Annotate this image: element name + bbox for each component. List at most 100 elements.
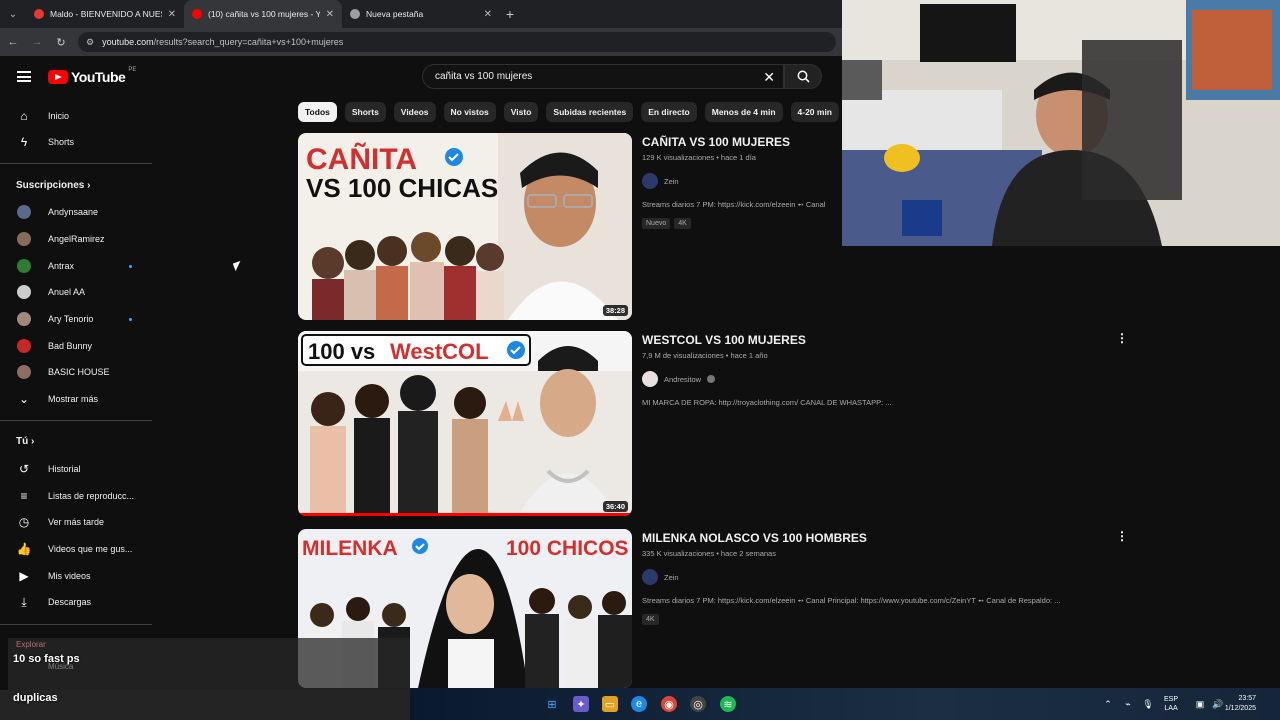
sidebar-item-liked[interactable]: 👍 Videos que me gus...	[0, 536, 152, 562]
language-indicator[interactable]: ESP LAA	[1164, 688, 1178, 720]
sidebar-item-label: Videos que me gus...	[48, 544, 133, 554]
sidebar-item-label: Ver más tarde	[48, 517, 105, 527]
video-result[interactable]: 100 vs WestCOL 36:40 WESTCOL VS 100 MUJE…	[298, 331, 1138, 517]
sidebar-item-subscription[interactable]: Antrax	[0, 253, 152, 279]
sidebar: ⌂ Inicio ϟ Shorts Suscripciones › Andyns…	[0, 98, 155, 658]
badge-new: Nuevo	[642, 218, 671, 229]
sidebar-item-label: AngelRamirez	[48, 234, 105, 244]
channel-name: Zein	[664, 176, 679, 186]
sidebar-item-my-videos[interactable]: ▶ Mis videos	[0, 563, 152, 589]
network-icon[interactable]: ⌁	[1120, 696, 1136, 712]
sidebar-item-subscription[interactable]: Anuel AA	[0, 279, 152, 305]
volume-icon[interactable]: 🔊	[1210, 696, 1226, 712]
chip-en-directo[interactable]: En directo	[641, 102, 697, 122]
tab-title: Maldo - BIENVENIDO A NUESTRO	[50, 9, 162, 19]
verified-icon	[707, 375, 716, 383]
video-thumbnail[interactable]: 100 vs WestCOL 36:40	[298, 331, 632, 516]
show-more-button[interactable]: ⌄ Mostrar más	[0, 386, 152, 412]
chat-ghost-text: Explorar	[16, 640, 46, 649]
taskbar-clock[interactable]: 23:57 1/12/2025	[1225, 694, 1256, 714]
spotify-icon[interactable]: ≋	[720, 696, 736, 712]
sidebar-item-playlists[interactable]: ≡ Listas de reproducc...	[0, 483, 152, 509]
video-meta: 7,9 M de visualizaciones • hace 1 año	[642, 351, 768, 360]
youtube-header: YouTube PE cañita vs 100 mujeres ✕	[0, 56, 842, 98]
sidebar-item-inicio[interactable]: ⌂ Inicio	[0, 103, 152, 129]
menu-hamburger-icon[interactable]	[17, 71, 31, 82]
sidebar-item-watch-later[interactable]: ◷ Ver más tarde	[0, 509, 152, 535]
chrome-icon[interactable]: ◉	[661, 696, 677, 712]
sidebar-item-subscription[interactable]: AngelRamirez	[0, 226, 152, 252]
close-icon[interactable]: ✕	[168, 9, 176, 20]
browser-toolbar: ← → ↻ ⚙ youtube.com/results?search_query…	[0, 28, 842, 56]
channel-avatar	[642, 173, 658, 189]
search-input[interactable]: cañita vs 100 mujeres ✕	[422, 64, 784, 89]
chrome-favicon-icon	[350, 9, 360, 19]
chip-shorts[interactable]: Shorts	[344, 102, 386, 122]
windows-start-icon[interactable]: ⊞	[544, 696, 560, 712]
chip-menos-4-min[interactable]: Menos de 4 min	[704, 102, 783, 122]
youtube-logo[interactable]: YouTube PE	[48, 67, 136, 85]
chip-videos[interactable]: Videos	[393, 102, 436, 122]
thumbnail-image: 100 vs WestCOL	[298, 331, 632, 516]
search-button[interactable]	[784, 64, 822, 89]
new-tab-plus-icon[interactable]: +	[500, 6, 520, 22]
back-arrow-icon[interactable]: ←	[6, 36, 20, 48]
chat-ghost-text: Música	[48, 662, 74, 671]
watch-progress-bar	[298, 513, 632, 516]
sidebar-item-subscription[interactable]: Ary Tenorio	[0, 306, 152, 332]
browser-tab-2[interactable]: Nueva pestaña ✕	[342, 0, 500, 28]
video-info: MILENKA NOLASCO VS 100 HOMBRES 335 K vis…	[642, 529, 1122, 625]
thumbnail-text: 100 vs	[308, 339, 375, 364]
shorts-icon: ϟ	[20, 135, 28, 149]
forward-arrow-icon[interactable]: →	[30, 36, 44, 48]
sidebar-item-historial[interactable]: ↺ Historial	[0, 456, 152, 482]
browser-tab-0[interactable]: Maldo - BIENVENIDO A NUESTRO ✕	[26, 0, 184, 28]
close-icon[interactable]: ✕	[326, 9, 334, 20]
video-title[interactable]: MILENKA NOLASCO VS 100 HOMBRES	[642, 531, 1122, 545]
sidebar-item-subscription[interactable]: Andynsaane	[0, 199, 152, 225]
watch-later-icon: ◷	[18, 515, 30, 529]
reload-icon[interactable]: ↻	[54, 36, 68, 49]
channel-link[interactable]: Andresitow	[642, 371, 1122, 387]
file-explorer-icon[interactable]: ▭	[602, 696, 618, 712]
sidebar-item-subscription[interactable]: BASIC HOUSE	[0, 359, 152, 385]
address-bar[interactable]: ⚙ youtube.com/results?search_query=cañit…	[78, 32, 836, 52]
chevron-up-icon[interactable]: ⌃	[1100, 696, 1116, 712]
channel-link[interactable]: Zein	[642, 569, 1122, 585]
copilot-icon[interactable]: ✦	[573, 696, 589, 712]
channel-avatar	[17, 365, 31, 379]
chip-subidas-recientes[interactable]: Subidas recientes	[546, 102, 634, 122]
sidebar-item-downloads[interactable]: ⤓ Descargas	[0, 589, 152, 615]
more-actions-icon[interactable]: ⋮	[1116, 331, 1128, 345]
sidebar-item-shorts[interactable]: ϟ Shorts	[0, 129, 152, 155]
video-result[interactable]: MILENKA 100 CHICOS MILENKA NOLASCO VS 10…	[298, 529, 1138, 688]
obs-icon[interactable]: ◎	[690, 696, 706, 712]
close-icon[interactable]: ✕	[484, 9, 492, 20]
browser-tab-1[interactable]: (10) cañita vs 100 mujeres - YouTube ✕	[184, 0, 342, 28]
video-thumbnail[interactable]: CAÑITA VS 100 CHICAS 38:28	[298, 133, 632, 320]
edge-icon[interactable]: e	[631, 696, 647, 712]
site-info-icon[interactable]: ⚙	[86, 37, 94, 48]
sidebar-item-subscription[interactable]: Bad Bunny	[0, 333, 152, 359]
chip-visto[interactable]: Visto	[503, 102, 539, 122]
channel-avatar	[17, 339, 31, 353]
screen: ⌄ Maldo - BIENVENIDO A NUESTRO ✕ (10) ca…	[0, 0, 1280, 720]
microphone-icon[interactable]: 🎙	[1140, 696, 1156, 712]
thumbnail-text: WestCOL	[390, 339, 489, 364]
tab-search-icon[interactable]: ⌄	[0, 9, 26, 20]
channel-avatar	[17, 205, 31, 219]
you-heading[interactable]: Tú ›	[16, 436, 34, 447]
video-title[interactable]: WESTCOL VS 100 MUJERES	[642, 333, 1122, 347]
channel-avatar	[17, 232, 31, 246]
channel-avatar	[642, 371, 658, 387]
display-icon[interactable]: ▣	[1192, 696, 1208, 712]
chip-todos[interactable]: Todos	[298, 102, 337, 122]
subscriptions-heading[interactable]: Suscripciones ›	[16, 180, 90, 191]
more-actions-icon[interactable]: ⋮	[1116, 529, 1128, 543]
chip-no-vistos[interactable]: No vistos	[443, 102, 496, 122]
keyboard-layout: LAA	[1164, 705, 1178, 712]
channel-avatar	[17, 285, 31, 299]
clear-search-icon[interactable]: ✕	[763, 69, 775, 86]
chip-4-20-min[interactable]: 4-20 min	[790, 102, 840, 122]
channel-name: Andresitow	[664, 374, 702, 384]
